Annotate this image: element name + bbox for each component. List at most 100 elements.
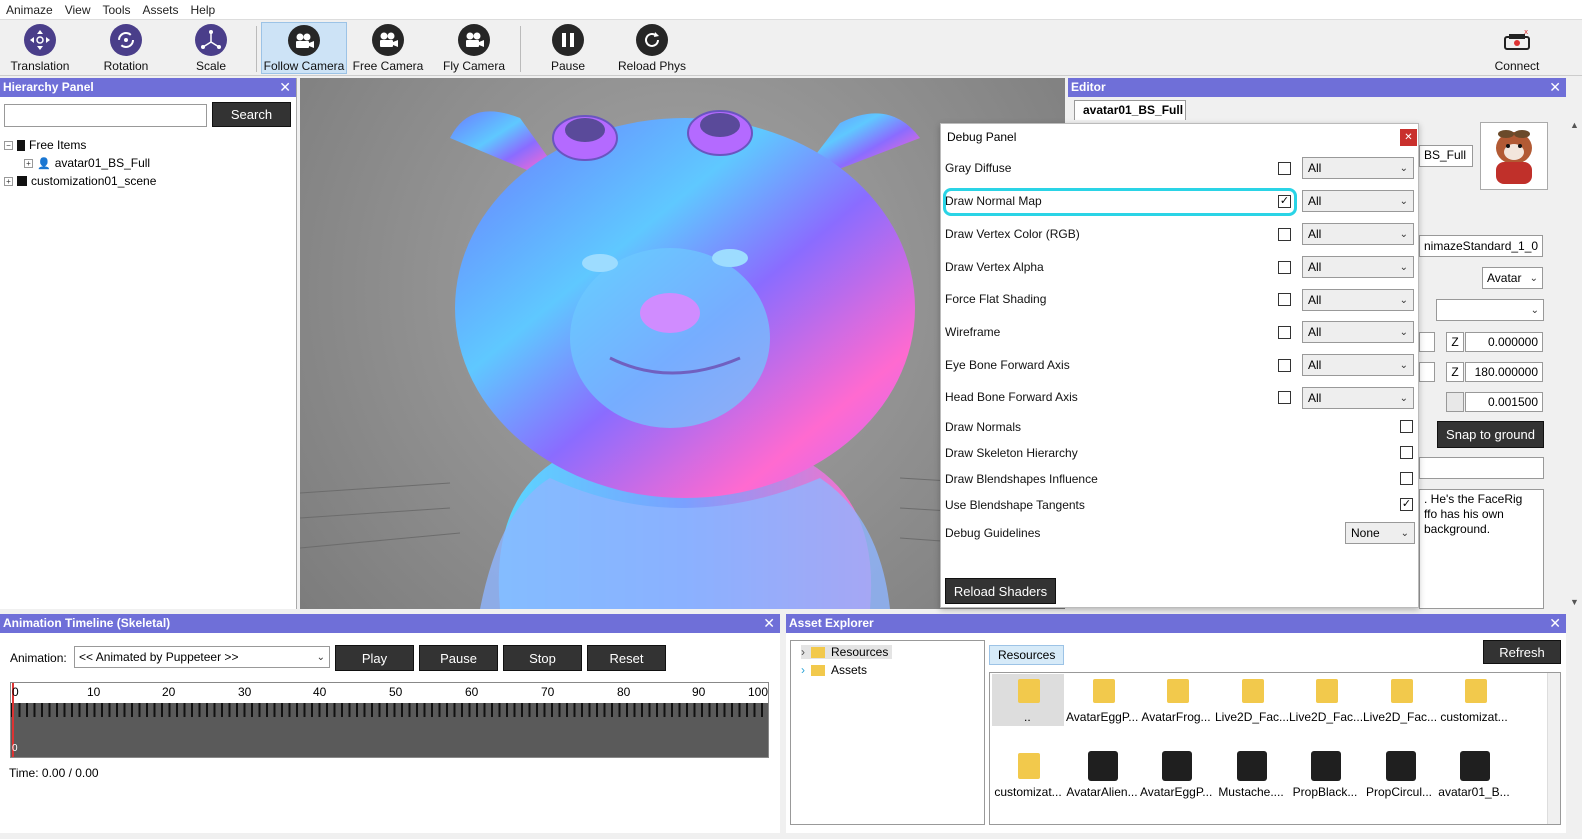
reload-shaders-button[interactable]: Reload Shaders bbox=[945, 578, 1056, 604]
menu-tools[interactable]: Tools bbox=[96, 3, 136, 17]
fly-camera-button[interactable]: Fly Camera bbox=[438, 22, 510, 74]
editor-tab[interactable]: avatar01_BS_Full bbox=[1074, 100, 1186, 120]
search-button[interactable]: Search bbox=[212, 102, 291, 127]
close-icon[interactable]: ✕ bbox=[1549, 78, 1561, 97]
menu-assets[interactable]: Assets bbox=[137, 3, 185, 17]
asset-grid: .. AvatarEggP... AvatarFrog... Live2D_Fa… bbox=[989, 672, 1561, 825]
snap-to-ground-button[interactable]: Snap to ground bbox=[1437, 421, 1544, 448]
animation-dropdown[interactable]: << Animated by Puppeteer >> ⌄ bbox=[74, 646, 330, 668]
close-icon[interactable]: ✕ bbox=[279, 78, 291, 97]
chevron-right-icon[interactable]: › bbox=[801, 645, 805, 659]
menu-animaze[interactable]: Animaze bbox=[0, 3, 59, 17]
pause-button[interactable]: Pause bbox=[532, 22, 604, 74]
description-field[interactable]: . He's the FaceRig ffo has his own backg… bbox=[1419, 489, 1544, 609]
asset-item[interactable]: AvatarFrog... bbox=[1140, 710, 1212, 724]
free-camera-button[interactable]: Free Camera bbox=[352, 22, 424, 74]
debug-row-label: Draw Skeleton Hierarchy bbox=[945, 446, 1078, 460]
timeline-track[interactable]: 0 10 20 30 40 50 60 70 80 90 100 0 bbox=[10, 682, 769, 758]
text-field[interactable] bbox=[1419, 457, 1544, 479]
chevron-down-icon: ⌄ bbox=[1399, 195, 1408, 207]
wireframe-checkbox[interactable] bbox=[1278, 326, 1291, 339]
menu-view[interactable]: View bbox=[59, 3, 97, 17]
avatar-name-field[interactable]: BS_Full bbox=[1419, 145, 1473, 167]
debug-guidelines-select[interactable]: None ⌄ bbox=[1345, 522, 1415, 544]
asset-item[interactable]: customizat... bbox=[1438, 710, 1510, 724]
rotation-z-field[interactable]: 180.000000 bbox=[1465, 362, 1543, 382]
asset-item[interactable]: PropBlack... bbox=[1289, 785, 1361, 799]
asset-item[interactable]: customizat... bbox=[992, 785, 1064, 799]
type-dropdown[interactable]: Avatar ⌄ bbox=[1482, 267, 1543, 289]
flat-shading-checkbox[interactable] bbox=[1278, 293, 1291, 306]
wireframe-select[interactable]: All ⌄ bbox=[1302, 321, 1414, 343]
y-field[interactable] bbox=[1419, 332, 1435, 352]
asset-item[interactable]: Live2D_Fac... bbox=[1215, 710, 1289, 724]
asset-item[interactable]: .. bbox=[1024, 710, 1036, 724]
blendshape-tangents-checkbox[interactable]: ✓ bbox=[1400, 498, 1413, 511]
asset-item[interactable]: AvatarEggP... bbox=[1140, 785, 1212, 799]
asset-tree-resources[interactable]: › Resources bbox=[801, 645, 893, 659]
flat-shading-select[interactable]: All ⌄ bbox=[1302, 289, 1414, 311]
refresh-button[interactable]: Refresh bbox=[1483, 640, 1561, 664]
vertex-alpha-checkbox[interactable] bbox=[1278, 261, 1291, 274]
connect-button[interactable]: x Connect bbox=[1482, 22, 1552, 74]
close-icon[interactable]: ✕ bbox=[1400, 129, 1417, 146]
asset-item[interactable]: AvatarEggP... bbox=[1066, 710, 1138, 724]
vertex-color-checkbox[interactable] bbox=[1278, 228, 1291, 241]
toolbar: Translation Rotation Scale Follow Camera… bbox=[0, 20, 1582, 76]
asset-item[interactable]: Live2D_Fac... bbox=[1289, 710, 1363, 724]
blendshapes-influence-checkbox[interactable] bbox=[1400, 472, 1413, 485]
empty-dropdown[interactable]: ⌄ bbox=[1436, 299, 1544, 321]
asset-tree-assets[interactable]: › Assets bbox=[801, 663, 867, 677]
tree-item-scene[interactable]: + customization01_scene bbox=[4, 174, 156, 188]
eye-bone-select[interactable]: All ⌄ bbox=[1302, 354, 1414, 376]
head-bone-checkbox[interactable] bbox=[1278, 391, 1291, 404]
hierarchy-search-input[interactable] bbox=[4, 104, 207, 127]
rotation-button[interactable]: Rotation bbox=[90, 22, 162, 74]
menu-help[interactable]: Help bbox=[185, 3, 222, 17]
collapse-icon[interactable]: − bbox=[4, 140, 13, 150]
tree-item-avatar[interactable]: + 👤 avatar01_BS_Full bbox=[24, 156, 150, 170]
vertex-color-select[interactable]: All ⌄ bbox=[1302, 223, 1414, 245]
vertex-alpha-select[interactable]: All ⌄ bbox=[1302, 256, 1414, 278]
folder-icon bbox=[1465, 679, 1487, 703]
scale-field[interactable]: 0.001500 bbox=[1465, 392, 1543, 412]
expand-icon[interactable]: + bbox=[4, 176, 13, 186]
avatar-thumbnail bbox=[1480, 122, 1548, 190]
position-z-field[interactable]: 0.000000 bbox=[1465, 332, 1543, 352]
draw-normal-map-checkbox[interactable]: ✓ bbox=[1278, 195, 1291, 208]
gray-diffuse-select[interactable]: All ⌄ bbox=[1302, 157, 1414, 179]
debug-row-label: Draw Normal Map bbox=[945, 194, 1042, 208]
asset-scrollbar[interactable] bbox=[1547, 673, 1560, 824]
asset-item[interactable]: Live2D_Fac... bbox=[1363, 710, 1437, 724]
pause-anim-button[interactable]: Pause bbox=[419, 645, 498, 671]
pause-icon bbox=[552, 24, 584, 56]
asset-item[interactable]: PropCircul... bbox=[1363, 785, 1435, 799]
draw-normal-map-select[interactable]: All ⌄ bbox=[1302, 190, 1414, 212]
close-icon[interactable]: ✕ bbox=[1549, 614, 1561, 633]
breadcrumb-resources[interactable]: Resources bbox=[989, 645, 1065, 665]
asset-item[interactable]: avatar01_B... bbox=[1438, 785, 1510, 799]
eye-bone-checkbox[interactable] bbox=[1278, 359, 1291, 372]
scale-button[interactable]: Scale bbox=[175, 22, 247, 74]
gray-diffuse-checkbox[interactable] bbox=[1278, 162, 1291, 175]
chevron-up-icon[interactable]: ▲ bbox=[1570, 120, 1579, 130]
shader-dropdown[interactable]: nimazeStandard_1_0⌄ bbox=[1419, 235, 1543, 257]
close-icon[interactable]: ✕ bbox=[763, 614, 775, 633]
asset-item[interactable]: Mustache.... bbox=[1215, 785, 1287, 799]
skeleton-hierarchy-checkbox[interactable] bbox=[1400, 446, 1413, 459]
chevron-down-icon[interactable]: ▼ bbox=[1570, 597, 1579, 607]
y-field[interactable] bbox=[1419, 362, 1435, 382]
head-bone-select[interactable]: All ⌄ bbox=[1302, 387, 1414, 409]
play-button[interactable]: Play bbox=[335, 645, 414, 671]
translation-button[interactable]: Translation bbox=[4, 22, 76, 74]
reset-button[interactable]: Reset bbox=[587, 645, 666, 671]
reload-physics-button[interactable]: Reload Phys bbox=[612, 22, 692, 74]
draw-normals-checkbox[interactable] bbox=[1400, 420, 1413, 433]
chevron-right-icon[interactable]: › bbox=[801, 663, 805, 677]
asset-item[interactable]: AvatarAlien... bbox=[1066, 785, 1138, 799]
stop-button[interactable]: Stop bbox=[503, 645, 582, 671]
expand-icon[interactable]: + bbox=[24, 158, 33, 168]
tree-item-free-items[interactable]: − Free Items bbox=[4, 138, 86, 152]
editor-scrollbar[interactable]: ▲ ▼ bbox=[1566, 78, 1582, 609]
follow-camera-button[interactable]: Follow Camera bbox=[261, 22, 347, 74]
